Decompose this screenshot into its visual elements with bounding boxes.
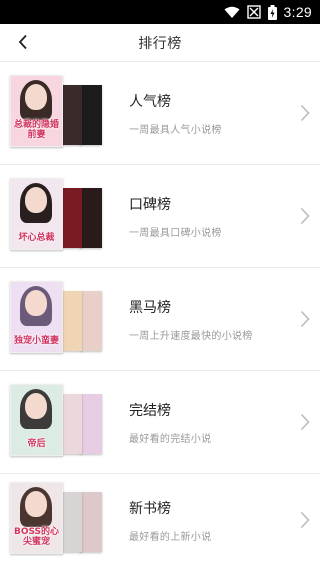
page-title: 排行榜	[138, 35, 182, 52]
ranking-description: 一周最具人气小说榜	[129, 124, 222, 136]
ranking-description: 一周上升速度最快的小说榜	[129, 330, 253, 342]
top-navigation-bar: 排行榜	[0, 24, 320, 62]
book-cover	[60, 492, 82, 552]
book-cover	[60, 394, 82, 454]
book-cover	[80, 291, 102, 351]
ranking-description: 一周最具口碑小说榜	[129, 227, 222, 239]
ranking-item-popularity[interactable]: 总裁的隐婚前妻 人气榜 一周最具人气小说榜	[0, 62, 320, 165]
status-time: 3:29	[283, 4, 312, 20]
ranking-title: 完结榜	[129, 402, 171, 419]
book-covers: BOSS的心尖蜜宠	[10, 482, 112, 558]
back-button[interactable]	[10, 29, 36, 55]
book-cover: 坏心总裁	[10, 178, 63, 250]
ranking-item-new-books[interactable]: BOSS的心尖蜜宠 新书榜 最好看的上新小说	[0, 474, 320, 566]
ranking-description: 最好看的完结小说	[129, 433, 212, 445]
book-cover	[80, 85, 102, 145]
chevron-right-icon	[300, 104, 310, 122]
wifi-icon	[224, 6, 240, 18]
book-cover: 帝后	[10, 384, 63, 456]
back-arrow-icon	[18, 34, 27, 50]
book-cover	[80, 188, 102, 248]
book-cover	[80, 492, 102, 552]
battery-charging-icon	[267, 4, 277, 20]
ranking-item-dark-horse[interactable]: 独宠小蛮妻 黑马榜 一周上升速度最快的小说榜	[0, 268, 320, 371]
book-cover	[60, 85, 82, 145]
ranking-description: 最好看的上新小说	[129, 531, 212, 543]
book-cover	[80, 394, 102, 454]
ranking-title: 黑马榜	[129, 299, 171, 316]
book-cover	[60, 291, 82, 351]
chevron-right-icon	[300, 413, 310, 431]
book-cover: BOSS的心尖蜜宠	[10, 482, 63, 554]
ranking-item-completed[interactable]: 帝后 完结榜 最好看的完结小说	[0, 371, 320, 474]
ranking-title: 口碑榜	[129, 196, 171, 213]
ranking-title: 人气榜	[129, 93, 171, 110]
chevron-right-icon	[300, 511, 310, 529]
chevron-right-icon	[300, 207, 310, 225]
ranking-item-reputation[interactable]: 坏心总裁 口碑榜 一周最具口碑小说榜	[0, 165, 320, 268]
chevron-right-icon	[300, 310, 310, 328]
book-cover	[60, 188, 82, 248]
book-covers: 独宠小蛮妻	[10, 281, 112, 357]
ranking-list: 总裁的隐婚前妻 人气榜 一周最具人气小说榜 坏心总裁 口碑榜 一周最具口碑小说榜	[0, 62, 320, 566]
book-cover: 独宠小蛮妻	[10, 281, 63, 353]
ranking-title: 新书榜	[129, 500, 171, 517]
book-cover: 总裁的隐婚前妻	[10, 75, 63, 147]
book-covers: 总裁的隐婚前妻	[10, 75, 112, 151]
book-covers: 帝后	[10, 384, 112, 460]
status-bar: 3:29	[0, 0, 320, 24]
signal-off-icon	[246, 5, 261, 19]
book-covers: 坏心总裁	[10, 178, 112, 254]
